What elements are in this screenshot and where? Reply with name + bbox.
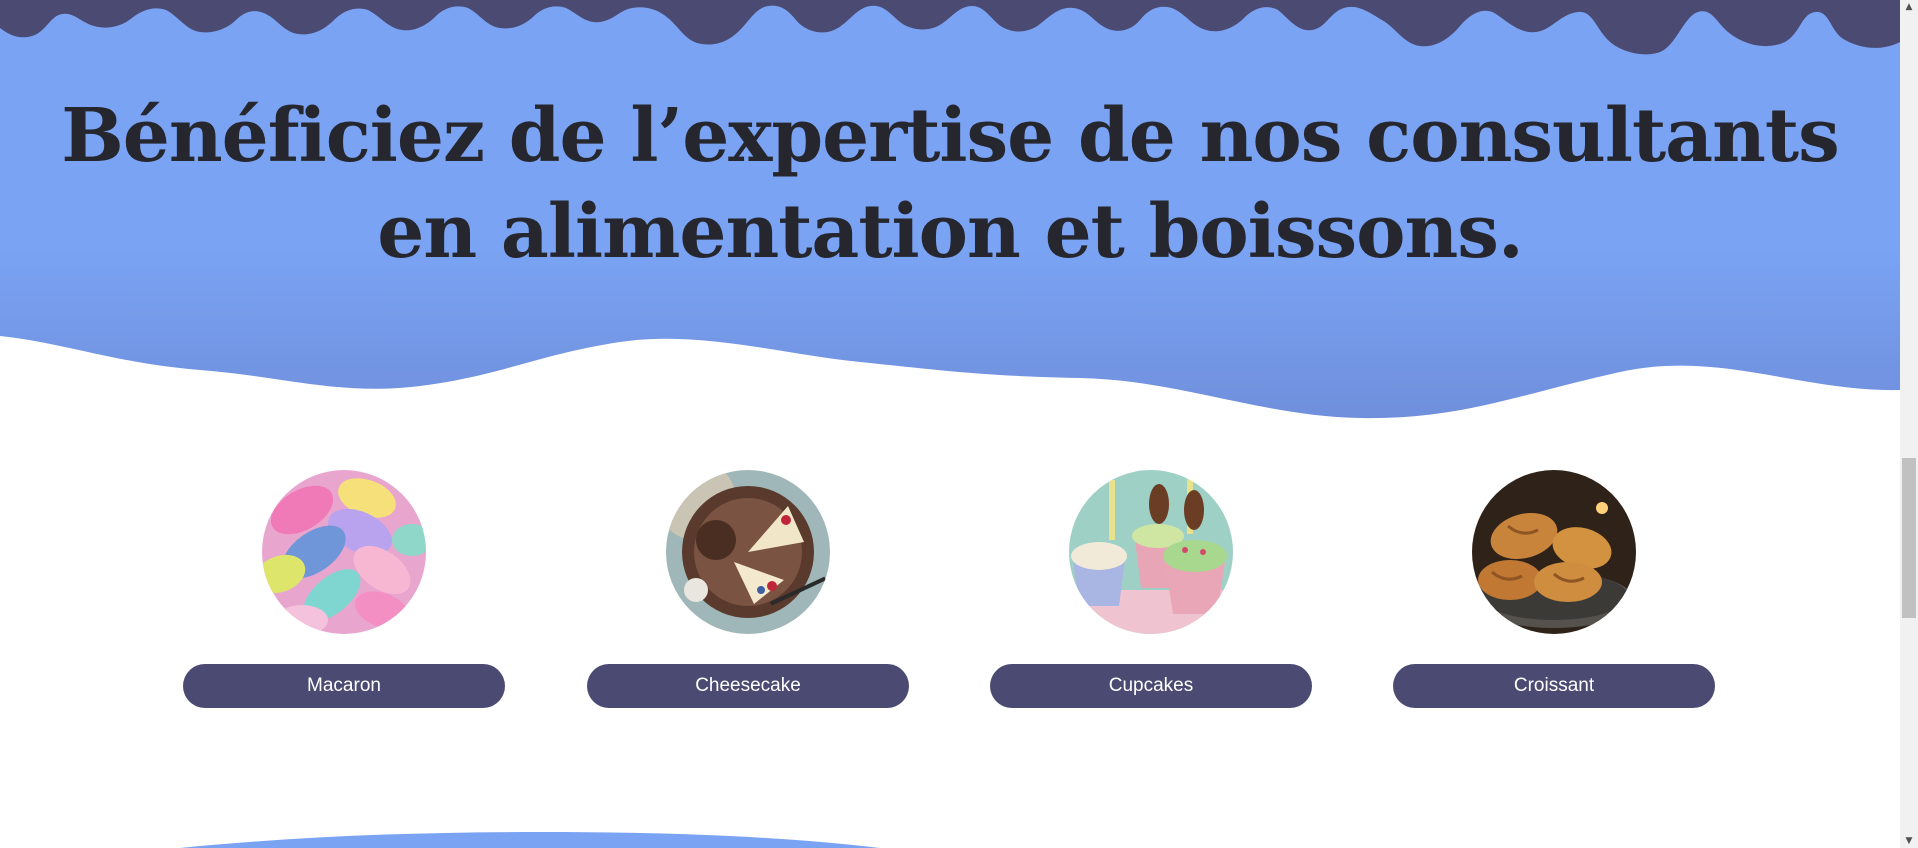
scrollbar-thumb[interactable] bbox=[1902, 458, 1916, 618]
product-card-cheesecake: Cheesecake bbox=[587, 470, 909, 710]
vertical-scrollbar[interactable]: ▲ ▼ bbox=[1900, 0, 1918, 848]
product-cards: Macaron Cheesecake Cupcakes Croissant bbox=[0, 470, 1900, 710]
cupcakes-photo[interactable] bbox=[1069, 470, 1233, 634]
page: Bénéficiez de l’expertise de nos consult… bbox=[0, 0, 1900, 848]
arrow-up-icon[interactable]: ▲ bbox=[1900, 0, 1918, 14]
macarons-photo[interactable] bbox=[262, 470, 426, 634]
hero-title-line-1: Bénéficiez de l’expertise de nos consult… bbox=[61, 93, 1839, 179]
product-card-cupcakes: Cupcakes bbox=[990, 470, 1312, 710]
bottom-wave-decoration bbox=[180, 832, 880, 848]
cheesecake-photo[interactable] bbox=[666, 470, 830, 634]
product-card-croissant: Croissant bbox=[1393, 470, 1715, 710]
product-card-macaron: Macaron bbox=[183, 470, 505, 710]
hero-title-line-2: en alimentation et boissons. bbox=[377, 189, 1523, 275]
arrow-down-icon[interactable]: ▼ bbox=[1900, 834, 1918, 848]
product-button-macaron[interactable]: Macaron bbox=[183, 664, 505, 708]
product-button-cheesecake[interactable]: Cheesecake bbox=[587, 664, 909, 708]
product-button-cupcakes[interactable]: Cupcakes bbox=[990, 664, 1312, 708]
croissants-photo[interactable] bbox=[1472, 470, 1636, 634]
product-button-croissant[interactable]: Croissant bbox=[1393, 664, 1715, 708]
hero-title: Bénéficiez de l’expertise de nos consult… bbox=[0, 88, 1900, 280]
